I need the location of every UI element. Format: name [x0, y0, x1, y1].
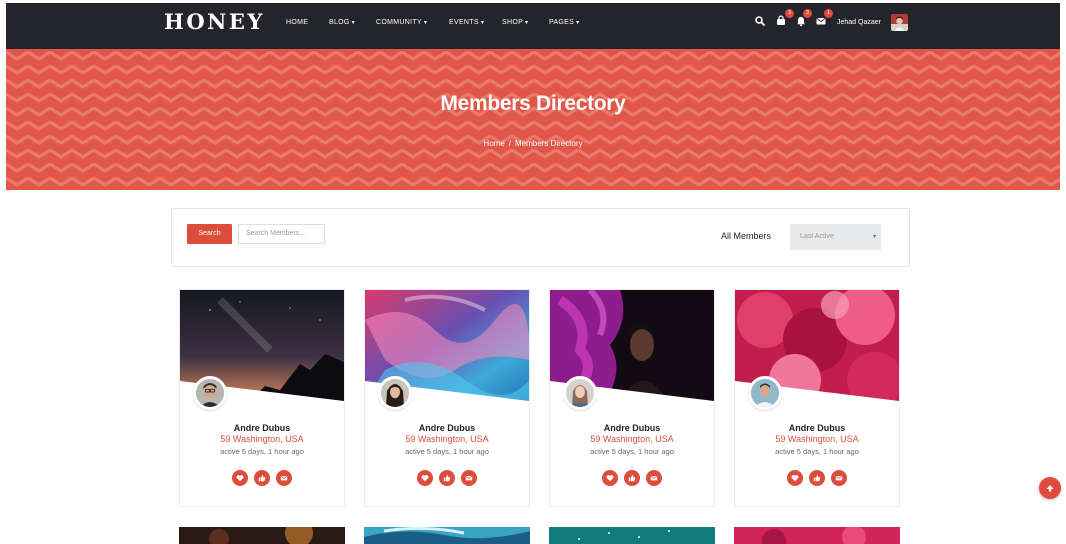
member-cover-image — [364, 527, 530, 544]
nav-item-blog[interactable]: BLOG ▾ — [329, 19, 355, 26]
member-cover-image — [734, 527, 900, 544]
envelope-icon — [465, 476, 473, 481]
send-message-button[interactable] — [276, 470, 292, 486]
member-location: 59 Washington, USA — [590, 434, 674, 444]
send-message-button[interactable] — [646, 470, 662, 486]
member-location: 59 Washington, USA — [220, 434, 304, 444]
search-members-input[interactable]: Search Members... — [238, 224, 325, 244]
follow-button[interactable] — [254, 470, 270, 486]
breadcrumb-current: Members Directory — [515, 139, 583, 148]
member-card[interactable]: Andre Dubus 59 Washington, USA active 5 … — [734, 289, 900, 507]
nav-item-home[interactable]: HOME — [286, 19, 308, 26]
cart-count-badge: 3 — [785, 9, 794, 18]
member-last-active: active 5 days, 1 hour ago — [590, 447, 674, 456]
member-card-partial[interactable] — [179, 527, 345, 544]
heart-icon — [421, 475, 429, 482]
member-card[interactable]: Andre Dubus 59 Washington, USA active 5 … — [364, 289, 530, 507]
heart-icon — [606, 475, 614, 482]
envelope-icon — [280, 476, 288, 481]
site-logo[interactable]: HONEY — [164, 9, 265, 34]
arrow-up-icon — [1046, 485, 1054, 492]
page-title: Members Directory — [440, 92, 626, 115]
avatar[interactable] — [378, 376, 412, 410]
add-friend-button[interactable] — [602, 470, 618, 486]
thumbs-up-icon — [813, 474, 821, 482]
avatar[interactable] — [563, 376, 597, 410]
thumbs-up-icon — [443, 474, 451, 482]
member-name[interactable]: Andre Dubus — [180, 423, 344, 433]
scroll-to-top-button[interactable] — [1039, 477, 1061, 499]
thumbs-up-icon — [258, 474, 266, 482]
member-name[interactable]: Andre Dubus — [365, 423, 529, 433]
user-avatar[interactable] — [891, 14, 908, 31]
page-hero-banner — [6, 49, 1060, 190]
follow-button[interactable] — [439, 470, 455, 486]
cart-icon[interactable] — [775, 15, 787, 27]
send-message-button[interactable] — [831, 470, 847, 486]
breadcrumb: Home / Members Directory — [0, 139, 1066, 148]
follow-button[interactable] — [809, 470, 825, 486]
member-card-partial[interactable] — [364, 527, 530, 544]
page: HONEY HOME BLOG ▾ COMMUNITY ▾ EVENTS ▾ SHOP… — [0, 0, 1066, 544]
heart-icon — [236, 475, 244, 482]
add-friend-button[interactable] — [232, 470, 248, 486]
member-name[interactable]: Andre Dubus — [735, 423, 899, 433]
thumbs-up-icon — [628, 474, 636, 482]
add-friend-button[interactable] — [787, 470, 803, 486]
member-location: 59 Washington, USA — [775, 434, 859, 444]
member-location: 59 Washington, USA — [405, 434, 489, 444]
search-icon[interactable] — [754, 15, 766, 27]
chevron-down-icon: ▾ — [525, 20, 529, 26]
nav-item-events[interactable]: EVENTS ▾ — [449, 19, 484, 26]
envelope-icon — [650, 476, 658, 481]
chevron-down-icon: ▾ — [351, 20, 355, 26]
chevron-down-icon: ▾ — [423, 20, 428, 26]
chevron-down-icon: ▾ — [480, 20, 485, 26]
member-last-active: active 5 days, 1 hour ago — [775, 447, 859, 456]
add-friend-button[interactable] — [417, 470, 433, 486]
sort-order-select[interactable]: Last Active ▾ — [790, 224, 881, 250]
chevron-pattern — [6, 49, 1060, 190]
breadcrumb-home-link[interactable]: Home — [483, 139, 504, 148]
nav-item-shop[interactable]: SHOP ▾ — [502, 19, 528, 26]
member-name[interactable]: Andre Dubus — [550, 423, 714, 433]
chevron-down-icon: ▾ — [872, 234, 876, 240]
member-card-partial[interactable] — [734, 527, 900, 544]
send-message-button[interactable] — [461, 470, 477, 486]
member-last-active: active 5 days, 1 hour ago — [220, 447, 304, 456]
user-name[interactable]: Jehad Qazaer — [837, 19, 881, 26]
member-cover-image — [179, 527, 345, 544]
avatar[interactable] — [748, 376, 782, 410]
notification-count-badge: 3 — [803, 9, 812, 18]
member-card[interactable]: Andre Dubus 59 Washington, USA active 5 … — [179, 289, 345, 507]
sort-order-value: Last Active — [800, 233, 834, 240]
envelope-icon — [835, 476, 843, 481]
all-members-filter[interactable]: All Members — [721, 231, 771, 241]
avatar[interactable] — [193, 376, 227, 410]
breadcrumb-separator: / — [508, 139, 511, 148]
nav-item-community[interactable]: COMMUNITY ▾ — [376, 19, 427, 26]
message-count-badge: 1 — [824, 9, 833, 18]
follow-button[interactable] — [624, 470, 640, 486]
chevron-down-icon: ▾ — [576, 20, 580, 26]
search-button[interactable]: Search — [187, 224, 232, 244]
member-card[interactable]: Andre Dubus 59 Washington, USA active 5 … — [549, 289, 715, 507]
member-cover-image — [549, 527, 715, 544]
member-card-partial[interactable] — [549, 527, 715, 544]
heart-icon — [791, 475, 799, 482]
member-last-active: active 5 days, 1 hour ago — [405, 447, 489, 456]
nav-item-pages[interactable]: PAGES ▾ — [549, 19, 579, 26]
